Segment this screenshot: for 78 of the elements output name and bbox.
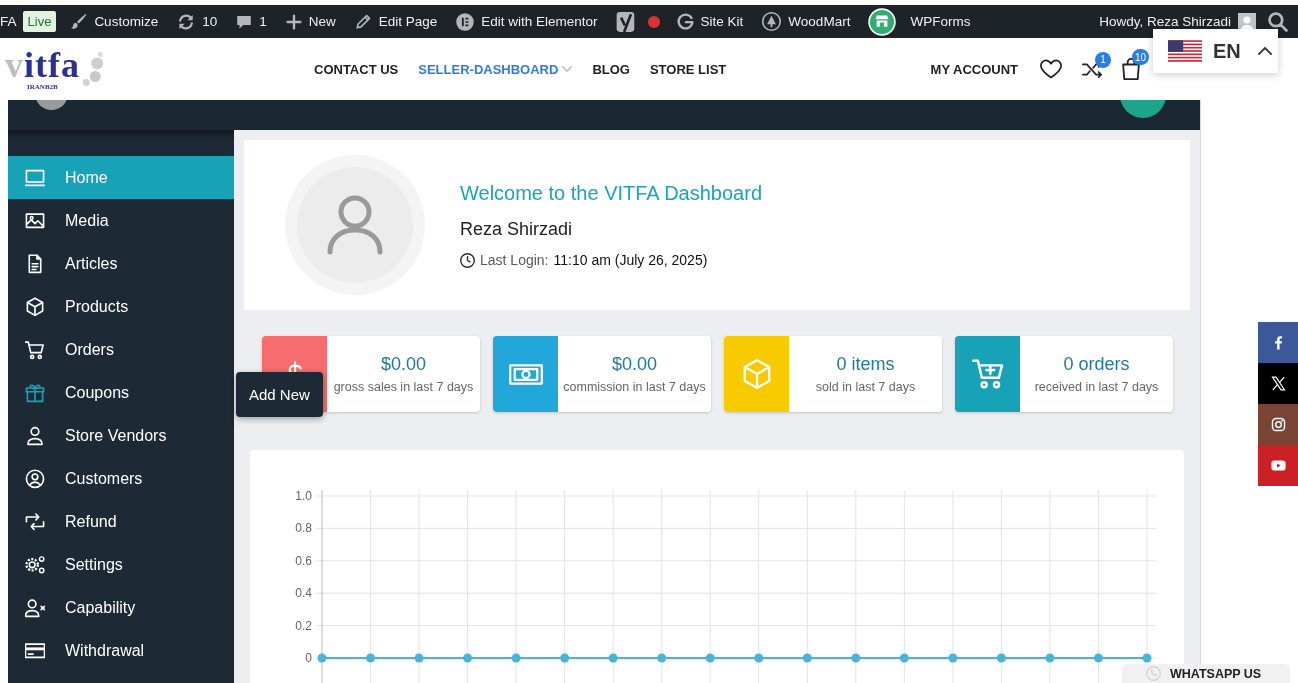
last-login-label: Last Login: bbox=[480, 252, 549, 268]
stat-value: 0 orders bbox=[1063, 354, 1130, 375]
user-name: Reza Shirzadi bbox=[460, 219, 574, 240]
cube-icon bbox=[742, 359, 771, 389]
y-square-icon[interactable] bbox=[615, 10, 636, 33]
nav-link[interactable]: SELLER-DASHBOARD bbox=[418, 61, 573, 77]
y-tick-label: 0.6 bbox=[295, 553, 312, 568]
sidebar-item[interactable]: Media bbox=[8, 199, 234, 242]
y-tick-label: 1.0 bbox=[295, 489, 312, 503]
whatsapp-button[interactable]: WHATSAPP US bbox=[1122, 664, 1290, 683]
stat-caption: gross sales in last 7 days bbox=[333, 380, 474, 394]
stat-caption: commission in last 7 days bbox=[563, 380, 706, 394]
avatar-icon bbox=[1238, 12, 1256, 31]
pencil-icon bbox=[353, 12, 373, 31]
toolbar-link[interactable]: New bbox=[284, 12, 336, 31]
shop-icon[interactable] bbox=[868, 7, 897, 36]
nav-link[interactable]: BLOG bbox=[592, 61, 630, 77]
dollar-icon bbox=[287, 361, 302, 372]
profile-avatar-icon bbox=[285, 155, 425, 295]
toolbar-link[interactable]: 1 bbox=[235, 12, 267, 31]
flag-icon bbox=[1168, 40, 1202, 62]
sidebar-item[interactable]: Coupons bbox=[8, 371, 234, 414]
count-badge: 1 bbox=[1095, 51, 1111, 68]
sidebar-item[interactable]: Store Vendors bbox=[8, 414, 234, 457]
sidebar-item[interactable]: Withdrawal bbox=[8, 629, 234, 672]
play-button-icon[interactable] bbox=[1258, 445, 1298, 486]
stat-value: $0.00 bbox=[611, 354, 657, 375]
toolbar-link[interactable]: WoodMart bbox=[761, 11, 851, 32]
sidebar-item[interactable]: Customers bbox=[8, 457, 234, 500]
account-link[interactable]: MY ACCOUNT bbox=[930, 61, 1018, 77]
account-menu[interactable]: Howdy, Reza Shirzadi bbox=[1099, 12, 1256, 31]
status-dot-icon bbox=[647, 15, 660, 28]
sidebar-item[interactable]: Articles bbox=[8, 242, 234, 285]
heart-icon[interactable] bbox=[1040, 59, 1062, 79]
count-badge: 10 bbox=[1131, 49, 1149, 65]
y-tick-label: 0.2 bbox=[295, 618, 312, 633]
sidebar-item[interactable]: Settings bbox=[8, 543, 234, 586]
status-badge: Live bbox=[22, 11, 57, 32]
clock-icon bbox=[460, 252, 475, 268]
stat-caption: received in last 7 days bbox=[1034, 380, 1159, 394]
sidebar-item[interactable]: Products bbox=[8, 285, 234, 328]
welcome-title: Welcome to the VITFA Dashboard bbox=[460, 182, 762, 205]
cart-plus-icon bbox=[971, 359, 1004, 389]
camera-icon[interactable] bbox=[1258, 404, 1298, 445]
stat-value: $0.00 bbox=[380, 354, 426, 375]
dots-icon bbox=[82, 52, 104, 86]
logo-text[interactable]: vitfa bbox=[5, 47, 80, 83]
toolbar-link[interactable]: Edit with Elementor bbox=[455, 11, 598, 32]
x-mark-icon[interactable] bbox=[1258, 363, 1298, 404]
banknote-icon bbox=[508, 363, 543, 385]
avatar-icon bbox=[1120, 100, 1166, 118]
sidebar-item[interactable]: Orders bbox=[8, 328, 234, 371]
language-switcher[interactable]: EN bbox=[1153, 29, 1278, 73]
last-login-time: 11:10 am (July 26, 2025) bbox=[553, 252, 708, 268]
sidebar-item[interactable]: Refund bbox=[8, 500, 234, 543]
sidebar-item[interactable]: Capability bbox=[8, 586, 234, 629]
y-tick-label: 0 bbox=[305, 651, 312, 665]
stat-caption: sold in last 7 days bbox=[815, 380, 916, 394]
avatar-icon bbox=[35, 100, 68, 110]
y-tick-label: 0.4 bbox=[295, 586, 312, 601]
tree-circle-icon bbox=[761, 11, 783, 32]
search-icon[interactable] bbox=[1268, 11, 1288, 32]
circle-logo-icon bbox=[455, 11, 476, 32]
nav-link[interactable]: CONTACT US bbox=[314, 61, 399, 77]
nav-link[interactable]: STORE LIST bbox=[649, 61, 727, 77]
site-link[interactable]: FA bbox=[0, 14, 17, 29]
toolbar-link[interactable]: Edit Page bbox=[353, 12, 438, 31]
tooltip: Add New bbox=[236, 372, 323, 417]
chat-phone-icon bbox=[1146, 666, 1161, 681]
y-tick-label: 0.8 bbox=[295, 521, 312, 536]
toolbar-link[interactable]: 10 bbox=[176, 11, 218, 32]
letter-f-icon[interactable] bbox=[1258, 322, 1298, 363]
g-icon bbox=[675, 12, 695, 31]
toolbar-link[interactable]: WPForms bbox=[910, 14, 971, 29]
toolbar-link[interactable]: Customize bbox=[68, 11, 159, 32]
plus-icon bbox=[284, 12, 303, 31]
toolbar-link[interactable]: Site Kit bbox=[675, 12, 744, 31]
stat-value: 0 items bbox=[836, 354, 895, 375]
